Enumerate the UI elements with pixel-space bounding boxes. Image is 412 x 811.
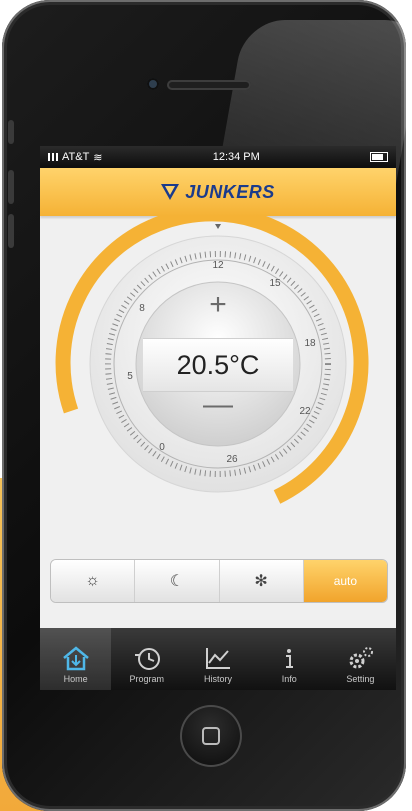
mode-frost-button[interactable]: ✻ bbox=[219, 560, 304, 602]
tab-setting[interactable]: Setting bbox=[325, 628, 396, 690]
phone-home-button[interactable] bbox=[180, 705, 242, 767]
app-screen: AT&T ≋ 12:34 PM JUNKERS 12 15 18 22 26 0… bbox=[40, 146, 396, 690]
phone-frame: AT&T ≋ 12:34 PM JUNKERS 12 15 18 22 26 0… bbox=[2, 0, 412, 811]
svg-text:0: 0 bbox=[159, 442, 165, 453]
status-left: AT&T ≋ bbox=[48, 151, 103, 164]
tab-history[interactable]: History bbox=[182, 628, 253, 690]
decrease-temp-button[interactable]: — bbox=[186, 386, 250, 424]
current-temperature: 20.5°C bbox=[143, 338, 293, 392]
svg-text:22: 22 bbox=[299, 406, 311, 417]
tab-bar: Home Program History Info Setting bbox=[40, 628, 396, 690]
sun-icon: ☼ bbox=[85, 572, 100, 589]
home-square-icon bbox=[202, 727, 220, 745]
chart-icon bbox=[206, 648, 230, 669]
brand-name: JUNKERS bbox=[185, 181, 275, 202]
mute-switch bbox=[8, 120, 14, 144]
mode-night-button[interactable]: ☾ bbox=[135, 560, 220, 602]
increase-temp-button[interactable]: + bbox=[186, 286, 250, 324]
svg-text:5: 5 bbox=[127, 371, 133, 382]
carrier-name: AT&T bbox=[62, 151, 90, 163]
svg-text:12: 12 bbox=[212, 260, 224, 271]
tab-history-label: History bbox=[204, 674, 233, 684]
tab-program[interactable]: Program bbox=[111, 628, 182, 690]
tab-home-label: Home bbox=[63, 674, 88, 684]
info-icon bbox=[286, 649, 294, 668]
volume-up-button bbox=[8, 170, 14, 204]
snowflake-icon: ✻ bbox=[254, 573, 268, 590]
tab-info-label: Info bbox=[281, 674, 297, 684]
status-bar: AT&T ≋ 12:34 PM bbox=[40, 146, 396, 168]
clock-icon bbox=[134, 648, 160, 670]
tab-program-label: Program bbox=[129, 674, 165, 684]
mode-day-button[interactable]: ☼ bbox=[51, 560, 136, 602]
mode-auto-label: auto bbox=[333, 574, 358, 588]
svg-text:15: 15 bbox=[269, 278, 281, 289]
home-icon bbox=[62, 646, 89, 671]
moon-icon: ☾ bbox=[169, 573, 185, 590]
brand-header: JUNKERS bbox=[40, 168, 396, 216]
gear-icon bbox=[349, 647, 374, 669]
mode-selector: ☼ ☾ ✻ auto bbox=[50, 559, 388, 603]
svg-text:18: 18 bbox=[304, 338, 316, 349]
junkers-logo-icon bbox=[161, 183, 180, 201]
wifi-icon: ≋ bbox=[93, 151, 103, 164]
front-camera bbox=[147, 78, 159, 90]
mode-auto-button[interactable]: auto bbox=[303, 560, 387, 602]
tab-home[interactable]: Home bbox=[40, 628, 112, 690]
volume-down-button bbox=[8, 214, 14, 248]
tab-info[interactable]: Info bbox=[254, 628, 325, 690]
tab-setting-label: Setting bbox=[346, 674, 375, 684]
status-time: 12:34 PM bbox=[212, 151, 260, 163]
speaker-grille bbox=[167, 80, 251, 90]
thermostat-dial[interactable]: 12 15 18 22 26 0 5 8 + 20.5°C — bbox=[40, 216, 396, 516]
battery-icon bbox=[369, 152, 388, 162]
signal-icon bbox=[48, 153, 58, 161]
svg-text:26: 26 bbox=[226, 454, 238, 465]
svg-text:8: 8 bbox=[139, 303, 145, 314]
